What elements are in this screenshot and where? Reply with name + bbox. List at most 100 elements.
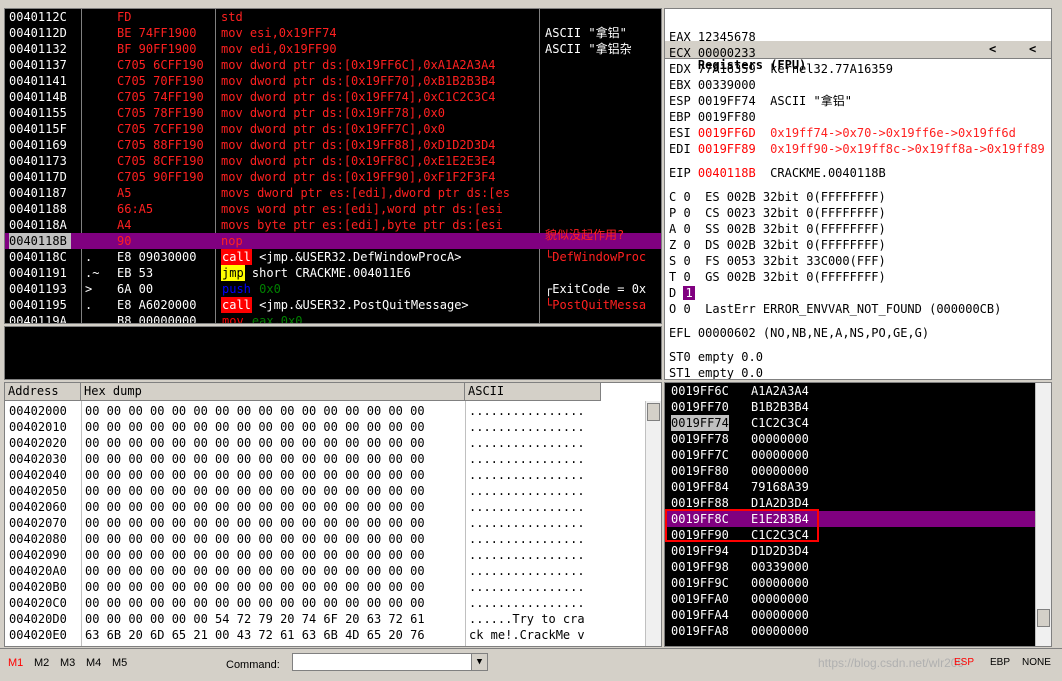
mnemonic-push: push: [222, 282, 251, 296]
command-label: Command:: [226, 659, 280, 671]
flag-value: 0: [683, 254, 691, 268]
disasm-row[interactable]: 00401187 A5 movs dword ptr es:[edi],dword …: [5, 185, 661, 201]
stack-row[interactable]: 0019FFA0 00000000: [665, 591, 1035, 607]
stack-row[interactable]: 0019FF74 C1C2C3C4: [665, 415, 1035, 431]
flag-value: 0: [683, 270, 691, 284]
disasm-address: 00401137: [9, 58, 67, 72]
stack-pane[interactable]: 0019FF6C A1A2A3A4 0019FF70 B1B2B3B4 0019FF74…: [664, 382, 1052, 647]
register-row[interactable]: EIP 0040118B CRACKME.0040118B: [669, 165, 886, 181]
register-note: kernel32.77A16359: [755, 62, 893, 76]
disasm-instruction: jmp short CRACKME.004011E6: [221, 265, 411, 281]
register-row[interactable]: D 1: [669, 285, 695, 301]
disasm-row[interactable]: 00401169 C705 88FF190 mov dword ptr ds:[0x…: [5, 137, 661, 153]
register-row[interactable]: EBP 0019FF80: [669, 109, 756, 125]
stack-row[interactable]: 0019FF70 B1B2B3B4: [665, 399, 1035, 415]
prev-arrow-icon[interactable]: <: [989, 41, 996, 57]
disasm-row[interactable]: 0040117D C705 90FF190 mov dword ptr ds:[0x…: [5, 169, 661, 185]
stack-row[interactable]: 0019FF78 00000000: [665, 431, 1035, 447]
register-row[interactable]: C 0 ES 002B 32bit 0(FFFFFFFF): [669, 189, 886, 205]
stack-row[interactable]: 0019FF80 00000000: [665, 463, 1035, 479]
register-name: EDX: [669, 62, 698, 76]
tab-m5[interactable]: M5: [112, 655, 127, 671]
stack-row[interactable]: 0019FF98 00339000: [665, 559, 1035, 575]
dump-header-address[interactable]: Address: [5, 383, 81, 401]
register-row[interactable]: ESP 0019FF74 ASCII "拿铝": [669, 93, 852, 109]
disasm-hex: B8 00000000: [117, 314, 197, 324]
stack-address: 0019FF74: [671, 415, 729, 431]
dump-address: 004020D0: [9, 612, 67, 626]
disasm-row[interactable]: 00401188 66:A5 movs word ptr es:[edi],word…: [5, 201, 661, 217]
register-row[interactable]: ST0 empty 0.0: [669, 349, 763, 365]
disasm-row[interactable]: 00401155 C705 78FF190 mov dword ptr ds:[0x…: [5, 105, 661, 121]
register-row[interactable]: EDI 0019FF89 0x19ff90->0x19ff8c->0x19ff8…: [669, 141, 1045, 157]
register-row[interactable]: ESI 0019FF6D 0x19ff74->0x70->0x19ff6e->0…: [669, 125, 1016, 141]
chevron-down-icon[interactable]: ▼: [471, 654, 487, 670]
disassembly-pane[interactable]: 0040112C FD std 0040112D BE 74FF1900 mov esi,…: [4, 8, 662, 324]
segment-register: CS 0023 32bit 0(FFFFFFFF): [690, 206, 886, 220]
stack-row[interactable]: 0019FF94 D1D2D3D4: [665, 543, 1035, 559]
stack-row[interactable]: 0019FFA4 00000000: [665, 607, 1035, 623]
tab-m1[interactable]: M1: [8, 655, 23, 671]
next-arrow-icon[interactable]: <: [1029, 41, 1036, 57]
register-name: ESI: [669, 126, 698, 140]
stack-scroll-thumb[interactable]: [1037, 609, 1050, 627]
stack-scrollbar[interactable]: [1035, 383, 1051, 646]
disasm-row[interactable]: 00401137 C705 6CFF190 mov dword ptr ds:[0x…: [5, 57, 661, 73]
status-none[interactable]: NONE: [1022, 655, 1051, 671]
register-row[interactable]: ECX 00000233: [669, 45, 756, 61]
disasm-hex: A5: [117, 186, 132, 200]
disasm-row[interactable]: 0040114B C705 74FF190 mov dword ptr ds:[0x…: [5, 89, 661, 105]
stack-row[interactable]: 0019FF9C 00000000: [665, 575, 1035, 591]
stack-address: 0019FFA8: [671, 624, 729, 638]
command-input[interactable]: ▼: [292, 653, 488, 671]
stack-value: A1A2A3A4: [751, 384, 809, 398]
tab-m3[interactable]: M3: [60, 655, 75, 671]
register-row[interactable]: EBX 00339000: [669, 77, 756, 93]
registers-pane[interactable]: Registers (FPU) < < EAX 12345678 ECX 0000…: [664, 8, 1052, 380]
register-row[interactable]: Z 0 DS 002B 32bit 0(FFFFFFFF): [669, 237, 886, 253]
disasm-row[interactable]: 0040119A. B8 00000000 mov eax,0x0: [5, 313, 661, 324]
disasm-row[interactable]: 00401191 .~ EB 53 jmp short CRACKME.004011E…: [5, 265, 661, 281]
tab-m2[interactable]: M2: [34, 655, 49, 671]
disasm-instruction: mov eax,0x0: [221, 313, 302, 323]
dump-header-ascii[interactable]: ASCII: [465, 383, 601, 401]
stack-row[interactable]: 0019FF7C 00000000: [665, 447, 1035, 463]
dump-scrollbar[interactable]: [645, 401, 661, 646]
disasm-instruction: call <jmp.&USER32.DefWindowProcA>: [221, 249, 461, 265]
register-row[interactable]: T 0 GS 002B 32bit 0(FFFFFFFF): [669, 269, 886, 285]
register-row[interactable]: EFL 00000602 (NO,NB,NE,A,NS,PO,GE,G): [669, 325, 929, 341]
status-ebp[interactable]: EBP: [990, 655, 1010, 671]
register-row[interactable]: S 0 FS 0053 32bit 33C000(FFF): [669, 253, 886, 269]
register-row[interactable]: A 0 SS 002B 32bit 0(FFFFFFFF): [669, 221, 886, 237]
status-esp[interactable]: ESP: [954, 655, 974, 671]
stack-row[interactable]: 0019FF84 79168A39: [665, 479, 1035, 495]
stack-address: 0019FF80: [671, 464, 729, 478]
stack-row[interactable]: 0019FF6C A1A2A3A4: [665, 383, 1035, 399]
disasm-row[interactable]: 00401173 C705 8CFF190 mov dword ptr ds:[0x…: [5, 153, 661, 169]
register-row[interactable]: EDX 77A16359 kernel32.77A16359: [669, 61, 893, 77]
register-row[interactable]: ST1 empty 0.0: [669, 365, 763, 379]
dump-scroll-thumb[interactable]: [647, 403, 660, 421]
tab-m4[interactable]: M4: [86, 655, 101, 671]
register-row[interactable]: O 0 LastErr ERROR_ENVVAR_NOT_FOUND (0000…: [669, 301, 1001, 317]
dump-address: 004020C0: [9, 596, 67, 610]
disasm-row[interactable]: 0040115F C705 7CFF190 mov dword ptr ds:[0x…: [5, 121, 661, 137]
hex-dump-pane[interactable]: Address Hex dump ASCII 00402000 00 00 00 …: [4, 382, 662, 647]
register-value: 0019FF89: [697, 142, 756, 156]
stack-address: 0019FF7C: [671, 448, 729, 462]
register-row[interactable]: EAX 12345678: [669, 29, 756, 45]
dump-ascii: ................: [469, 548, 585, 562]
flag-value: 1: [683, 286, 695, 300]
disasm-row[interactable]: 0040112C FD std: [5, 9, 661, 25]
stack-value: 00000000: [751, 576, 809, 590]
stack-row[interactable]: 0019FFA8 00000000: [665, 623, 1035, 639]
disasm-address: 0040119A: [9, 314, 67, 324]
register-name: ECX: [669, 46, 698, 60]
disasm-row[interactable]: 00401141 C705 70FF190 mov dword ptr ds:[0x…: [5, 73, 661, 89]
dump-header-hex[interactable]: Hex dump: [81, 383, 465, 401]
register-row[interactable]: P 0 CS 0023 32bit 0(FFFFFFFF): [669, 205, 886, 221]
disasm-hex: C705 78FF190: [117, 106, 204, 120]
flag-value: 0: [683, 302, 691, 316]
disasm-instruction: push 0x0: [221, 281, 281, 297]
disasm-instruction: mov edi,0x19FF90: [221, 42, 337, 56]
